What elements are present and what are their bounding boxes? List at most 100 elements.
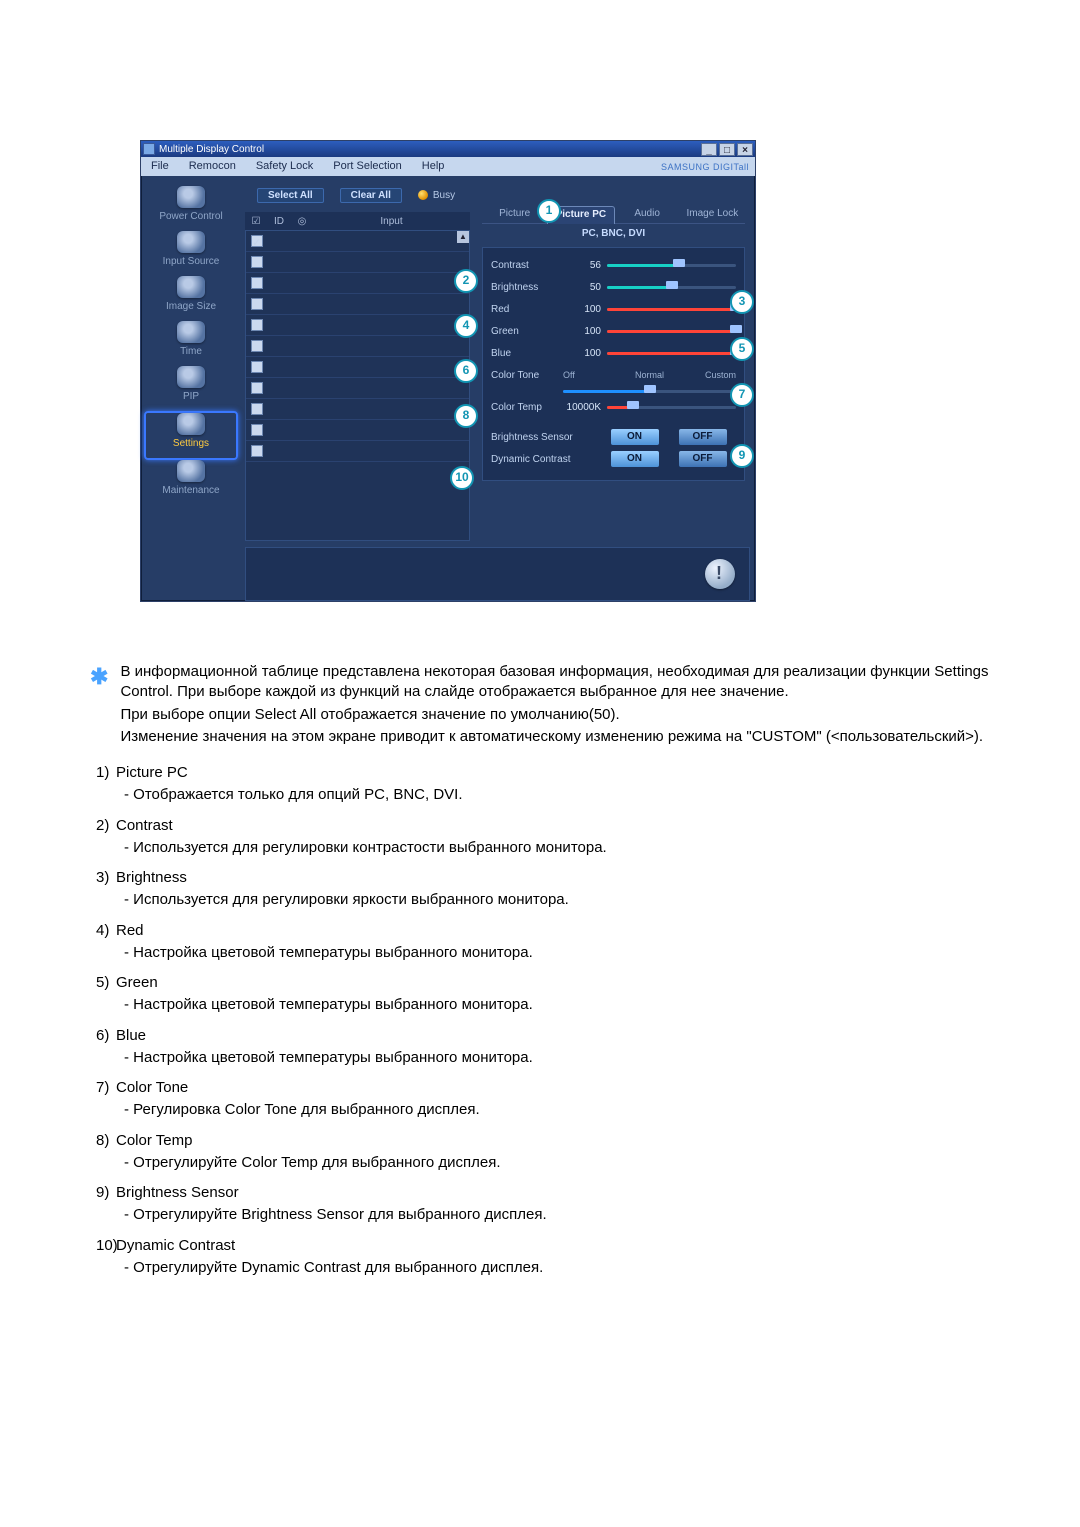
app-icon (143, 143, 155, 155)
power-icon (177, 186, 205, 208)
mode-label: PC, BNC, DVI (482, 228, 745, 239)
table-row[interactable] (246, 357, 469, 378)
row-color-tone: Color Tone Off Normal Custom (491, 364, 736, 386)
row-checkbox[interactable]: ✓ (251, 235, 263, 247)
callout-3: 3 (730, 290, 754, 314)
scroll-up-button[interactable]: ▲ (457, 231, 469, 243)
sidebar-item-power-control[interactable]: Power Control (146, 186, 236, 231)
row-brightness-sensor: Brightness Sensor ON OFF (491, 426, 736, 448)
row-checkbox[interactable] (251, 340, 263, 352)
doc-item: 5)Green- Настройка цветовой температуры … (96, 973, 990, 1016)
row-brightness: Brightness 50 (491, 276, 736, 298)
window-title: Multiple Display Control (159, 144, 264, 155)
intro-paragraph-3: Изменение значения на этом экране привод… (120, 727, 990, 747)
color-temp-slider[interactable] (607, 403, 736, 411)
callout-1: 1 (537, 199, 561, 223)
table-row[interactable] (246, 252, 469, 273)
clear-all-button[interactable]: Clear All (340, 188, 402, 203)
close-button[interactable]: × (737, 143, 753, 156)
device-table: ▲ ✓ (245, 230, 470, 541)
brightness-sensor-off-button[interactable]: OFF (679, 429, 727, 445)
sidebar-item-settings[interactable]: Settings (144, 411, 238, 460)
row-checkbox[interactable] (251, 277, 263, 289)
maximize-button[interactable]: □ (719, 143, 735, 156)
sidebar-item-maintenance[interactable]: Maintenance (146, 460, 236, 505)
menu-help[interactable]: Help (412, 157, 455, 176)
picture-pc-panel: Contrast 56 Brightness 50 Red 100 (482, 247, 745, 481)
titlebar: Multiple Display Control _ □ × (141, 141, 755, 157)
blue-slider[interactable] (607, 349, 736, 357)
table-row[interactable]: ✓ (246, 231, 469, 252)
tab-audio[interactable]: Audio (615, 206, 680, 224)
callout-8: 8 (454, 404, 478, 428)
menu-file[interactable]: File (141, 157, 179, 176)
select-all-button[interactable]: Select All (257, 188, 324, 203)
minimize-button[interactable]: _ (701, 143, 717, 156)
row-dynamic-contrast: Dynamic Contrast ON OFF (491, 448, 736, 470)
sidebar-item-input-source[interactable]: Input Source (146, 231, 236, 276)
doc-item: 2)Contrast- Используется для регулировки… (96, 816, 990, 859)
maintenance-icon (177, 460, 205, 482)
input-icon (177, 231, 205, 253)
row-checkbox[interactable] (251, 256, 263, 268)
doc-item: 7)Color Tone- Регулировка Color Tone для… (96, 1078, 990, 1121)
doc-item: 6)Blue- Настройка цветовой температуры в… (96, 1026, 990, 1069)
brand-label: SAMSUNG DIGITall (661, 162, 749, 172)
table-row[interactable] (246, 378, 469, 399)
sidebar-item-pip[interactable]: PIP (146, 366, 236, 411)
app-window: Multiple Display Control _ □ × File Remo… (140, 140, 756, 602)
callout-5: 5 (730, 337, 754, 361)
busy-indicator: Busy (418, 190, 455, 201)
table-row[interactable] (246, 441, 469, 462)
row-checkbox[interactable] (251, 445, 263, 457)
table-header: ☑ ID ◎ Input (245, 212, 470, 230)
red-slider[interactable] (607, 305, 736, 313)
status-icon: ◎ (291, 216, 313, 227)
callout-4: 4 (454, 314, 478, 338)
brightness-slider[interactable] (607, 283, 736, 291)
pip-icon (177, 366, 205, 388)
row-checkbox[interactable] (251, 361, 263, 373)
row-checkbox[interactable] (251, 403, 263, 415)
callout-2: 2 (454, 269, 478, 293)
row-checkbox[interactable] (251, 319, 263, 331)
center-pane: Select All Clear All Busy ☑ ID ◎ Input ▲… (241, 176, 470, 601)
brightness-sensor-on-button[interactable]: ON (611, 429, 659, 445)
table-row[interactable] (246, 273, 469, 294)
table-row[interactable] (246, 420, 469, 441)
row-checkbox[interactable] (251, 382, 263, 394)
table-row[interactable] (246, 294, 469, 315)
callout-7: 7 (730, 383, 754, 407)
sidebar: Power Control Input Source Image Size Ti… (141, 176, 241, 601)
row-checkbox[interactable] (251, 298, 263, 310)
contrast-slider[interactable] (607, 261, 736, 269)
dynamic-contrast-on-button[interactable]: ON (611, 451, 659, 467)
doc-item: 3)Brightness- Используется для регулиров… (96, 868, 990, 911)
row-blue: Blue 100 (491, 342, 736, 364)
busy-icon (418, 190, 428, 200)
sidebar-item-image-size[interactable]: Image Size (146, 276, 236, 321)
sidebar-item-time[interactable]: Time (146, 321, 236, 366)
table-row[interactable] (246, 336, 469, 357)
menu-port-selection[interactable]: Port Selection (323, 157, 411, 176)
color-tone-slider[interactable] (491, 386, 736, 396)
menu-remocon[interactable]: Remocon (179, 157, 246, 176)
row-contrast: Contrast 56 (491, 254, 736, 276)
menu-safety-lock[interactable]: Safety Lock (246, 157, 323, 176)
row-color-temp: Color Temp 10000K (491, 396, 736, 418)
table-row[interactable] (246, 399, 469, 420)
settings-pane: Picture Picture PC Audio Image Lock PC, … (470, 176, 755, 601)
menubar: File Remocon Safety Lock Port Selection … (141, 157, 755, 176)
settings-tabs: Picture Picture PC Audio Image Lock (482, 206, 745, 224)
imagesize-icon (177, 276, 205, 298)
doc-item: 4)Red- Настройка цветовой температуры вы… (96, 921, 990, 964)
dynamic-contrast-off-button[interactable]: OFF (679, 451, 727, 467)
tab-image-lock[interactable]: Image Lock (680, 206, 745, 224)
row-green: Green 100 (491, 320, 736, 342)
callout-6: 6 (454, 359, 478, 383)
green-slider[interactable] (607, 327, 736, 335)
row-checkbox[interactable] (251, 424, 263, 436)
table-row[interactable] (246, 315, 469, 336)
callout-10: 10 (450, 466, 474, 490)
intro-paragraph-1: В информационной таблице представлена не… (120, 662, 990, 703)
